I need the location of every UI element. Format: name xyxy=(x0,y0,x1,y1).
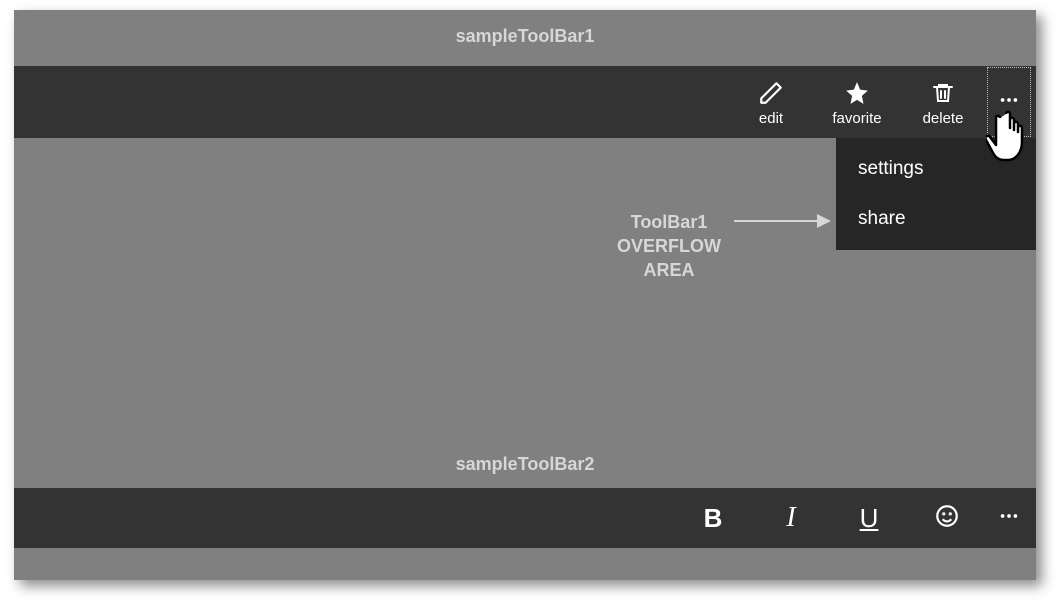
edit-button[interactable]: edit xyxy=(728,66,814,138)
overflow-area-label: ToolBar1 OVERFLOW AREA xyxy=(579,210,759,282)
toolbar-1: edit favorite delete xyxy=(14,66,1036,138)
bold-button[interactable]: B xyxy=(674,488,752,548)
delete-label: delete xyxy=(923,110,964,127)
star-icon xyxy=(844,78,870,108)
trash-icon xyxy=(931,78,955,108)
italic-icon: I xyxy=(786,502,795,534)
ellipsis-icon xyxy=(998,89,1020,116)
toolbar2-overflow-button[interactable] xyxy=(986,488,1032,548)
italic-button[interactable]: I xyxy=(752,488,830,548)
pencil-icon xyxy=(758,78,784,108)
underline-button[interactable]: U xyxy=(830,488,908,548)
emoji-button[interactable] xyxy=(908,488,986,548)
bold-icon: B xyxy=(704,503,723,534)
toolbar1-overflow-menu: settings share xyxy=(836,138,1036,250)
underline-icon: U xyxy=(860,503,879,534)
delete-button[interactable]: delete xyxy=(900,66,986,138)
overflow-item-settings[interactable]: settings xyxy=(836,144,1036,194)
toolbar-2: B I U xyxy=(14,488,1036,548)
arrow-icon xyxy=(734,220,829,222)
toolbar1-overflow-button[interactable] xyxy=(986,66,1032,138)
ellipsis-icon xyxy=(998,505,1020,532)
toolbar1-title: sampleToolBar1 xyxy=(14,26,1036,47)
toolbar2-title: sampleToolBar2 xyxy=(14,454,1036,475)
favorite-button[interactable]: favorite xyxy=(814,66,900,138)
demo-panel: sampleToolBar1 edit favorite delete xyxy=(14,10,1036,580)
edit-label: edit xyxy=(759,110,783,127)
favorite-label: favorite xyxy=(832,110,881,127)
emoji-icon xyxy=(934,503,960,533)
overflow-item-share[interactable]: share xyxy=(836,194,1036,244)
